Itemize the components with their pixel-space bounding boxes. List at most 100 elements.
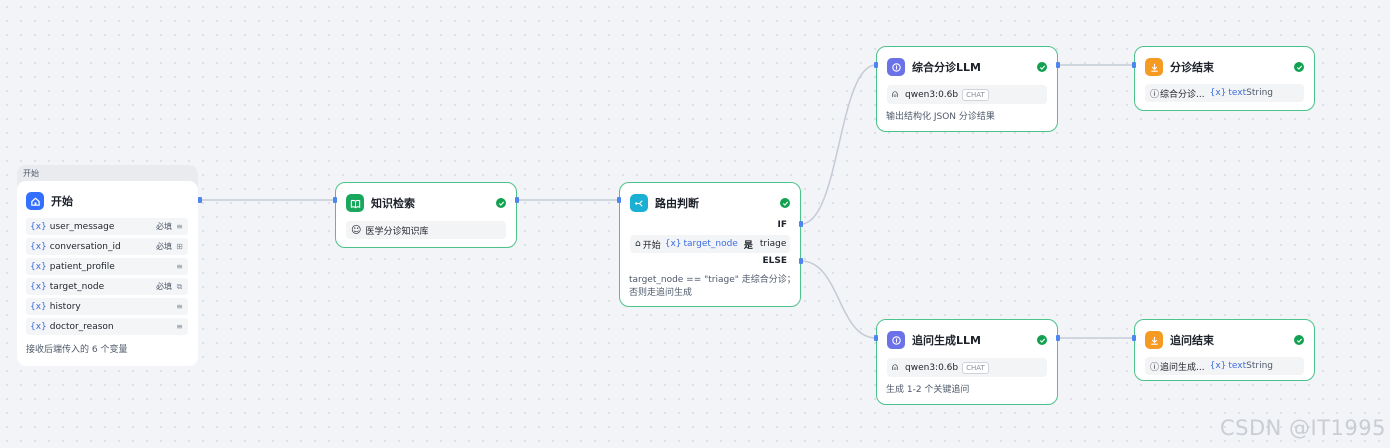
- chat-badge: CHAT: [962, 88, 989, 101]
- end-icon: [1145, 58, 1163, 76]
- model-row[interactable]: ⍝ qwen3:0.6b CHAT: [887, 85, 1047, 104]
- followup-llm-output-port[interactable]: [1056, 335, 1060, 341]
- success-check-icon: [496, 198, 506, 208]
- home-icon: ⌂: [635, 239, 641, 249]
- llm-icon: [887, 331, 905, 349]
- followup-llm-title: 追问生成LLM: [912, 334, 981, 347]
- home-icon: [26, 192, 44, 210]
- var-prefix: {x}: [30, 261, 47, 272]
- router-if-port[interactable]: [799, 221, 803, 227]
- output-var: text: [1228, 361, 1247, 371]
- output-var-row[interactable]: ⓘ 综合分诊... {x} text String: [1145, 84, 1304, 102]
- text-lines-icon: ≡: [176, 302, 183, 311]
- copy-box-icon: ⧉: [176, 281, 183, 291]
- triage-llm-desc: 输出结构化 JSON 分诊结果: [886, 112, 995, 122]
- start-group-label: 开始: [23, 169, 39, 178]
- followup-end-node[interactable]: 追问结束 ⓘ 追问生成... {x} text String: [1134, 319, 1315, 381]
- watermark: CSDN @IT1995: [1219, 416, 1386, 440]
- model-name: qwen3:0.6b: [905, 362, 959, 373]
- output-var-prefix: {x}: [1209, 88, 1227, 98]
- knowledge-input-port[interactable]: [333, 197, 337, 203]
- variable-row[interactable]: {x} patient_profile ≡: [26, 258, 188, 275]
- triage-llm-input-port[interactable]: [874, 62, 878, 68]
- llm-icon: [887, 58, 905, 76]
- if-label: IF: [777, 220, 788, 230]
- text-lines-icon: ≡: [176, 222, 183, 231]
- triage-end-title: 分诊结束: [1170, 61, 1214, 74]
- model-icon: ⍝: [892, 89, 898, 100]
- success-check-icon: [1294, 62, 1304, 72]
- model-icon: ⍝: [892, 362, 898, 373]
- text-lines-icon: ≡: [176, 322, 183, 331]
- edge-router-else-followup: [800, 260, 877, 339]
- variable-row[interactable]: {x} doctor_reason ≡: [26, 318, 188, 335]
- triage-llm-node[interactable]: 综合分诊LLM ⍝ qwen3:0.6b CHAT 输出结构化 JSON 分诊结…: [876, 46, 1058, 132]
- triage-llm-output-port[interactable]: [1056, 62, 1060, 68]
- start-title: 开始: [51, 195, 73, 208]
- followup-llm-node[interactable]: 追问生成LLM ⍝ qwen3:0.6b CHAT 生成 1-2 个关键追问: [876, 319, 1058, 405]
- success-check-icon: [780, 198, 790, 208]
- var-prefix: {x}: [30, 241, 47, 252]
- router-desc-line1: target_node == "triage" 走综合分诊；: [629, 275, 796, 285]
- var-name: conversation_id: [49, 241, 121, 252]
- var-prefix: {x}: [30, 301, 47, 312]
- robot-face-icon: ☺: [351, 224, 362, 236]
- var-prefix: {x}: [30, 321, 47, 332]
- chat-badge: CHAT: [962, 361, 989, 374]
- knowledge-output-port[interactable]: [515, 197, 519, 203]
- start-node-group[interactable]: 开始 开始 {x} user_message 必填 ≡ {x} conversa…: [17, 165, 198, 366]
- triage-end-input-port[interactable]: [1132, 62, 1136, 68]
- var-name: history: [49, 301, 81, 312]
- var-required: 必填: [156, 282, 172, 291]
- condition-operator: 是: [743, 240, 753, 251]
- var-name: target_node: [49, 281, 105, 292]
- triage-llm-title: 综合分诊LLM: [912, 61, 981, 74]
- condition-value: triage: [759, 239, 787, 249]
- router-title: 路由判断: [655, 197, 699, 210]
- followup-end-input-port[interactable]: [1132, 335, 1136, 341]
- info-icon: ⓘ: [1150, 89, 1160, 100]
- variable-row[interactable]: {x} conversation_id 必填 ⊞: [26, 238, 188, 255]
- model-name: qwen3:0.6b: [905, 89, 959, 100]
- output-var: text: [1228, 88, 1247, 98]
- variable-row[interactable]: {x} user_message 必填 ≡: [26, 218, 188, 235]
- info-icon: ⓘ: [1150, 362, 1160, 373]
- router-node[interactable]: 路由判断 IF ⌂ 开始 {x} target_node 是 triage EL…: [619, 182, 801, 307]
- condition-var: target_node: [683, 239, 738, 249]
- condition-node: 开始: [642, 240, 661, 251]
- book-icon: [346, 194, 364, 212]
- var-name: user_message: [49, 221, 115, 232]
- knowledge-base-row[interactable]: ☺ 医学分诊知识库: [346, 221, 506, 239]
- followup-end-title: 追问结束: [1170, 334, 1214, 347]
- knowledge-base-name: 医学分诊知识库: [365, 226, 429, 237]
- start-node[interactable]: 开始 {x} user_message 必填 ≡ {x} conversatio…: [17, 181, 198, 366]
- knowledge-node[interactable]: 知识检索 ☺ 医学分诊知识库: [335, 182, 517, 248]
- text-lines-icon: ≡: [176, 262, 183, 271]
- var-prefix: {x}: [30, 281, 47, 292]
- condition-var-prefix: {x}: [664, 239, 682, 249]
- success-check-icon: [1294, 335, 1304, 345]
- output-var-prefix: {x}: [1209, 361, 1227, 371]
- output-var-row[interactable]: ⓘ 追问生成... {x} text String: [1145, 357, 1304, 375]
- router-else-port[interactable]: [799, 258, 803, 264]
- output-type: String: [1246, 361, 1274, 371]
- var-prefix: {x}: [30, 221, 47, 232]
- branch-icon: [630, 194, 648, 212]
- router-input-port[interactable]: [617, 197, 621, 203]
- variable-row[interactable]: {x} history ≡: [26, 298, 188, 315]
- else-label: ELSE: [762, 256, 787, 266]
- number-box-icon: ⊞: [176, 242, 183, 251]
- triage-end-node[interactable]: 分诊结束 ⓘ 综合分诊... {x} text String: [1134, 46, 1315, 111]
- model-row[interactable]: ⍝ qwen3:0.6b CHAT: [887, 358, 1047, 377]
- output-source: 综合分诊...: [1160, 89, 1205, 100]
- variable-row[interactable]: {x} target_node 必填 ⧉: [26, 278, 188, 295]
- var-name: patient_profile: [49, 261, 115, 272]
- followup-llm-input-port[interactable]: [874, 335, 878, 341]
- condition-row[interactable]: ⌂ 开始 {x} target_node 是 triage: [630, 235, 790, 253]
- success-check-icon: [1037, 335, 1047, 345]
- end-icon: [1145, 331, 1163, 349]
- start-output-port[interactable]: [198, 197, 202, 203]
- output-source: 追问生成...: [1160, 362, 1205, 373]
- output-type: String: [1246, 88, 1274, 98]
- var-required: 必填: [156, 222, 172, 231]
